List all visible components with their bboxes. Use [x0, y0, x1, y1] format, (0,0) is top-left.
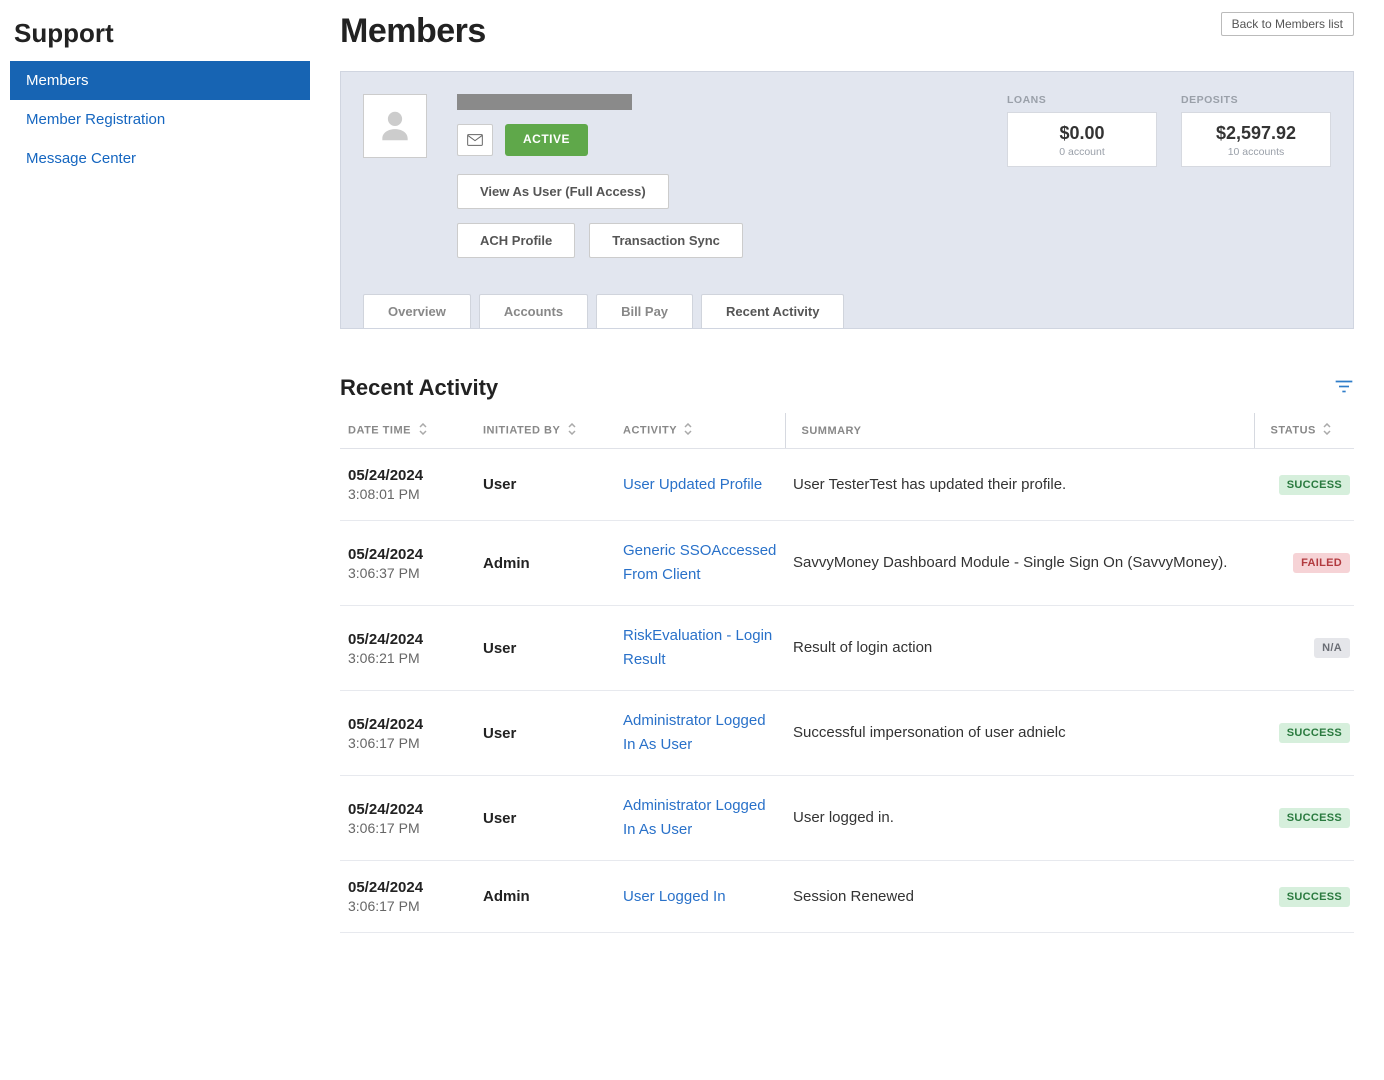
activity-summary: SavvyMoney Dashboard Module - Single Sig… — [785, 521, 1254, 606]
status-badge: SUCCESS — [1279, 723, 1350, 743]
col-status-label: STATUS — [1271, 424, 1316, 436]
sort-icon — [568, 423, 576, 438]
activity-initiated-by: User — [475, 691, 615, 776]
filter-icon[interactable] — [1334, 379, 1354, 395]
view-as-user-button[interactable]: View As User (Full Access) — [457, 174, 669, 209]
activity-link[interactable]: Administrator Logged In As User — [623, 712, 766, 753]
activity-time: 3:06:17 PM — [348, 898, 467, 914]
avatar — [363, 94, 427, 158]
activity-link[interactable]: RiskEvaluation - Login Result — [623, 627, 772, 668]
profile-tabs: Overview Accounts Bill Pay Recent Activi… — [363, 294, 1331, 328]
member-profile-panel: ACTIVE View As User (Full Access) ACH Pr… — [340, 71, 1354, 329]
page-title: Members — [340, 12, 486, 51]
activity-date: 05/24/2024 — [348, 546, 467, 563]
deposits-label: DEPOSITS — [1181, 94, 1331, 106]
tab-overview[interactable]: Overview — [363, 294, 471, 328]
sort-icon — [419, 423, 427, 438]
status-badge: SUCCESS — [1279, 887, 1350, 907]
status-badge: SUCCESS — [1279, 808, 1350, 828]
status-badge: SUCCESS — [1279, 475, 1350, 495]
activity-table: DATE TIME INITIATED BY ACTIVITY SUMMARY — [340, 413, 1354, 933]
activity-initiated-by: User — [475, 449, 615, 521]
activity-link[interactable]: Generic SSOAccessed From Client — [623, 542, 776, 583]
deposits-amount: $2,597.92 — [1190, 123, 1322, 144]
activity-initiated-by: User — [475, 606, 615, 691]
member-name-redacted — [457, 94, 632, 110]
table-row: 05/24/2024 3:08:01 PM User User Updated Pro… — [340, 449, 1354, 521]
activity-time: 3:06:17 PM — [348, 820, 467, 836]
envelope-icon — [467, 134, 483, 146]
sort-icon — [1323, 423, 1331, 438]
col-date-time-label: DATE TIME — [348, 424, 411, 436]
deposits-sub: 10 accounts — [1190, 146, 1322, 158]
activity-summary: Successful impersonation of user adnielc — [785, 691, 1254, 776]
status-badge: FAILED — [1293, 553, 1350, 573]
activity-summary: User logged in. — [785, 776, 1254, 861]
table-row: 05/24/2024 3:06:17 PM UserAdministrator Lo… — [340, 776, 1354, 861]
col-activity[interactable]: ACTIVITY — [615, 413, 785, 449]
col-summary: SUMMARY — [785, 413, 1254, 449]
activity-time: 3:06:21 PM — [348, 650, 467, 666]
activity-date: 05/24/2024 — [348, 716, 467, 733]
table-row: 05/24/2024 3:06:17 PM UserAdministrator Lo… — [340, 691, 1354, 776]
activity-time: 3:08:01 PM — [348, 486, 467, 502]
deposits-stat: DEPOSITS $2,597.92 10 accounts — [1181, 94, 1331, 167]
transaction-sync-button[interactable]: Transaction Sync — [589, 223, 743, 258]
activity-date: 05/24/2024 — [348, 631, 467, 648]
col-initiated-by[interactable]: INITIATED BY — [475, 413, 615, 449]
activity-summary: Session Renewed — [785, 861, 1254, 933]
main: Members Back to Members list ACTIVE — [310, 0, 1384, 963]
col-activity-label: ACTIVITY — [623, 424, 677, 436]
activity-link[interactable]: User Updated Profile — [623, 476, 762, 493]
ach-profile-button[interactable]: ACH Profile — [457, 223, 575, 258]
activity-summary: User TesterTest has updated their profil… — [785, 449, 1254, 521]
loans-sub: 0 account — [1016, 146, 1148, 158]
activity-summary: Result of login action — [785, 606, 1254, 691]
member-status-badge: ACTIVE — [505, 124, 588, 156]
table-row: 05/24/2024 3:06:21 PM UserRiskEvaluation -… — [340, 606, 1354, 691]
sidebar-item-members[interactable]: Members — [10, 61, 310, 100]
activity-date: 05/24/2024 — [348, 467, 467, 484]
loans-stat: LOANS $0.00 0 account — [1007, 94, 1157, 167]
col-date-time[interactable]: DATE TIME — [340, 413, 475, 449]
status-badge: N/A — [1314, 638, 1350, 658]
activity-initiated-by: Admin — [475, 861, 615, 933]
tab-accounts[interactable]: Accounts — [479, 294, 588, 328]
sidebar-item-message-center[interactable]: Message Center — [10, 139, 310, 178]
activity-initiated-by: Admin — [475, 521, 615, 606]
person-icon — [376, 107, 414, 145]
tab-recent-activity[interactable]: Recent Activity — [701, 294, 844, 328]
table-row: 05/24/2024 3:06:37 PM AdminGeneric SSOAcce… — [340, 521, 1354, 606]
col-status[interactable]: STATUS — [1254, 413, 1354, 449]
sidebar-item-member-registration[interactable]: Member Registration — [10, 100, 310, 139]
tab-bill-pay[interactable]: Bill Pay — [596, 294, 693, 328]
sidebar-title: Support — [10, 14, 310, 61]
back-to-members-button[interactable]: Back to Members list — [1221, 12, 1354, 36]
sidebar-nav: Members Member Registration Message Cent… — [10, 61, 310, 178]
loans-label: LOANS — [1007, 94, 1157, 106]
activity-time: 3:06:17 PM — [348, 735, 467, 751]
activity-date: 05/24/2024 — [348, 879, 467, 896]
sort-icon — [684, 423, 692, 438]
activity-link[interactable]: Administrator Logged In As User — [623, 797, 766, 838]
activity-initiated-by: User — [475, 776, 615, 861]
sidebar: Support Members Member Registration Mess… — [0, 0, 310, 963]
col-summary-label: SUMMARY — [802, 425, 862, 437]
activity-date: 05/24/2024 — [348, 801, 467, 818]
activity-time: 3:06:37 PM — [348, 565, 467, 581]
activity-link[interactable]: User Logged In — [623, 888, 726, 905]
loans-amount: $0.00 — [1016, 123, 1148, 144]
table-row: 05/24/2024 3:06:17 PM Admin User Logged In S… — [340, 861, 1354, 933]
col-initiated-by-label: INITIATED BY — [483, 424, 560, 436]
email-button[interactable] — [457, 124, 493, 156]
